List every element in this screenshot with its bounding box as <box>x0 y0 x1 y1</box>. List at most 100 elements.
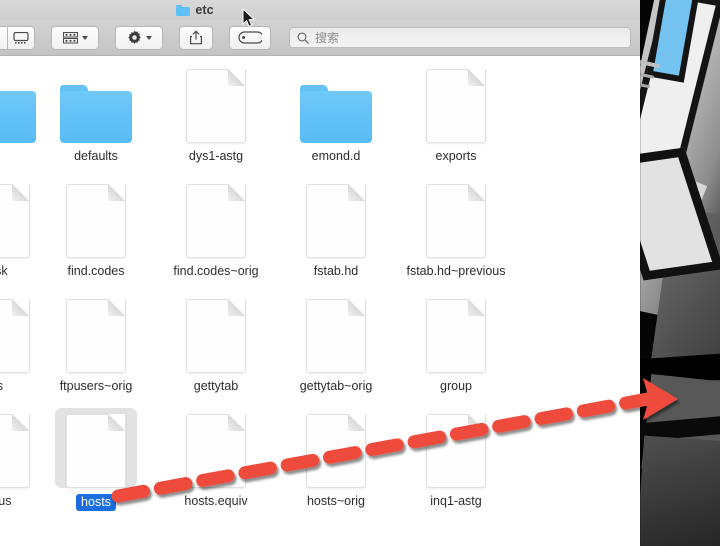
file-name-label: gettytab~orig <box>299 379 373 393</box>
window-titlebar[interactable]: etc <box>0 0 640 20</box>
view-gallery-icon <box>13 31 29 44</box>
document-icon <box>0 414 30 488</box>
file-icon-container <box>161 297 271 373</box>
document-icon <box>66 184 126 258</box>
wallpaper-shape-gray-bottom <box>636 435 720 546</box>
share-icon <box>190 30 202 45</box>
file-icon-grid: defaultsdys1-astgemond.dexportslskfind.c… <box>0 57 640 546</box>
tag-button[interactable] <box>229 25 271 50</box>
document-icon <box>186 184 246 258</box>
gear-icon <box>127 30 141 44</box>
file-icon-container <box>281 297 391 373</box>
tag-group[interactable] <box>229 25 271 50</box>
arrange-group[interactable] <box>51 25 99 50</box>
document-icon <box>306 184 366 258</box>
file-name-label: group <box>440 379 472 393</box>
file-name-label: find.codes~orig <box>173 264 259 278</box>
view-mode-prev-segment[interactable] <box>0 25 7 50</box>
finder-window: etc 搜索 defaults dys1-astg emond.d export… <box>0 0 640 546</box>
file-item[interactable]: fstab.hd <box>281 182 391 279</box>
file-icon-container <box>401 412 511 488</box>
document-icon <box>186 414 246 488</box>
search-placeholder: 搜索 <box>315 31 340 45</box>
document-icon <box>426 299 486 373</box>
folder-icon <box>300 85 372 143</box>
file-item[interactable]: find.codes~orig <box>161 182 271 279</box>
file-name-label-selected: hosts <box>76 494 116 511</box>
file-name-label: inq1-astg <box>430 494 482 508</box>
file-item[interactable]: dys1-astg <box>161 67 271 164</box>
view-mode-gallery-button[interactable] <box>7 25 35 50</box>
tag-icon <box>238 31 262 44</box>
document-icon <box>0 299 30 373</box>
file-icon-container <box>401 297 511 373</box>
file-name-label: ftpusers~orig <box>59 379 133 393</box>
file-icon-container <box>161 182 271 258</box>
mouse-pointer-icon <box>242 8 256 28</box>
file-name-label: gettytab <box>193 379 239 393</box>
file-item[interactable]: hosts.equiv <box>161 412 271 509</box>
file-item[interactable]: exports <box>401 67 511 164</box>
file-icon-container <box>281 412 391 488</box>
file-name-label: exports <box>435 149 477 163</box>
page-title: etc <box>195 3 214 17</box>
finder-toolbar: 搜索 <box>0 20 640 56</box>
file-item[interactable]: hosts~orig <box>281 412 391 509</box>
document-icon <box>66 414 126 488</box>
file-name-label: hosts.equiv <box>184 494 248 508</box>
file-name-label: dys1-astg <box>188 149 244 163</box>
document-icon <box>0 184 30 258</box>
file-icon-container <box>41 297 151 373</box>
file-item[interactable]: inq1-astg <box>401 412 511 509</box>
file-icon-container <box>401 67 511 143</box>
action-group[interactable] <box>115 25 163 50</box>
view-mode-segmented-control[interactable] <box>0 25 35 50</box>
document-icon <box>306 299 366 373</box>
file-name-label: find.codes <box>67 264 125 278</box>
file-icon-container <box>41 408 151 488</box>
file-item[interactable]: gettytab~orig <box>281 297 391 394</box>
file-icon-container <box>41 182 151 258</box>
document-icon <box>426 69 486 143</box>
file-name-label: fstab.hd <box>313 264 359 278</box>
arrange-button[interactable] <box>51 25 99 50</box>
share-button[interactable] <box>179 25 213 50</box>
file-item[interactable]: emond.d <box>281 67 391 164</box>
file-item[interactable]: fstab.hd~previous <box>401 182 511 279</box>
document-icon <box>426 184 486 258</box>
window-title-group: etc <box>176 3 214 17</box>
file-name-label: defaults <box>74 149 118 163</box>
document-icon <box>186 69 246 143</box>
folder-icon <box>0 85 36 143</box>
desktop-wallpaper <box>636 0 720 546</box>
document-icon <box>186 299 246 373</box>
file-name-label: fstab.hd~previous <box>406 264 506 278</box>
file-icon-container <box>281 182 391 258</box>
file-icon-container <box>281 67 391 143</box>
document-icon <box>426 414 486 488</box>
share-group[interactable] <box>179 25 213 50</box>
file-icon-container <box>161 412 271 488</box>
file-item[interactable]: defaults <box>41 67 151 164</box>
search-field[interactable]: 搜索 <box>289 27 631 48</box>
file-item[interactable]: group <box>401 297 511 394</box>
file-icon-container <box>161 67 271 143</box>
file-name-label: hosts~orig <box>306 494 366 508</box>
chevron-down-icon <box>81 35 88 40</box>
file-item-selected[interactable]: hosts <box>41 408 151 511</box>
file-item[interactable]: gettytab <box>161 297 271 394</box>
screen: etc 搜索 defaults dys1-astg emond.d export… <box>0 0 720 546</box>
action-menu-button[interactable] <box>115 25 163 50</box>
chevron-down-icon <box>145 35 152 40</box>
folder-icon <box>176 4 191 16</box>
document-icon <box>66 299 126 373</box>
file-icon-container <box>401 182 511 258</box>
document-icon <box>306 414 366 488</box>
file-item[interactable]: ftpusers~orig <box>41 297 151 394</box>
file-name-label: emond.d <box>311 149 361 163</box>
folder-icon <box>60 85 132 143</box>
file-icon-container <box>41 67 151 143</box>
search-icon <box>297 31 309 44</box>
file-item[interactable]: find.codes <box>41 182 151 279</box>
file-name-label: hosts <box>41 494 151 511</box>
